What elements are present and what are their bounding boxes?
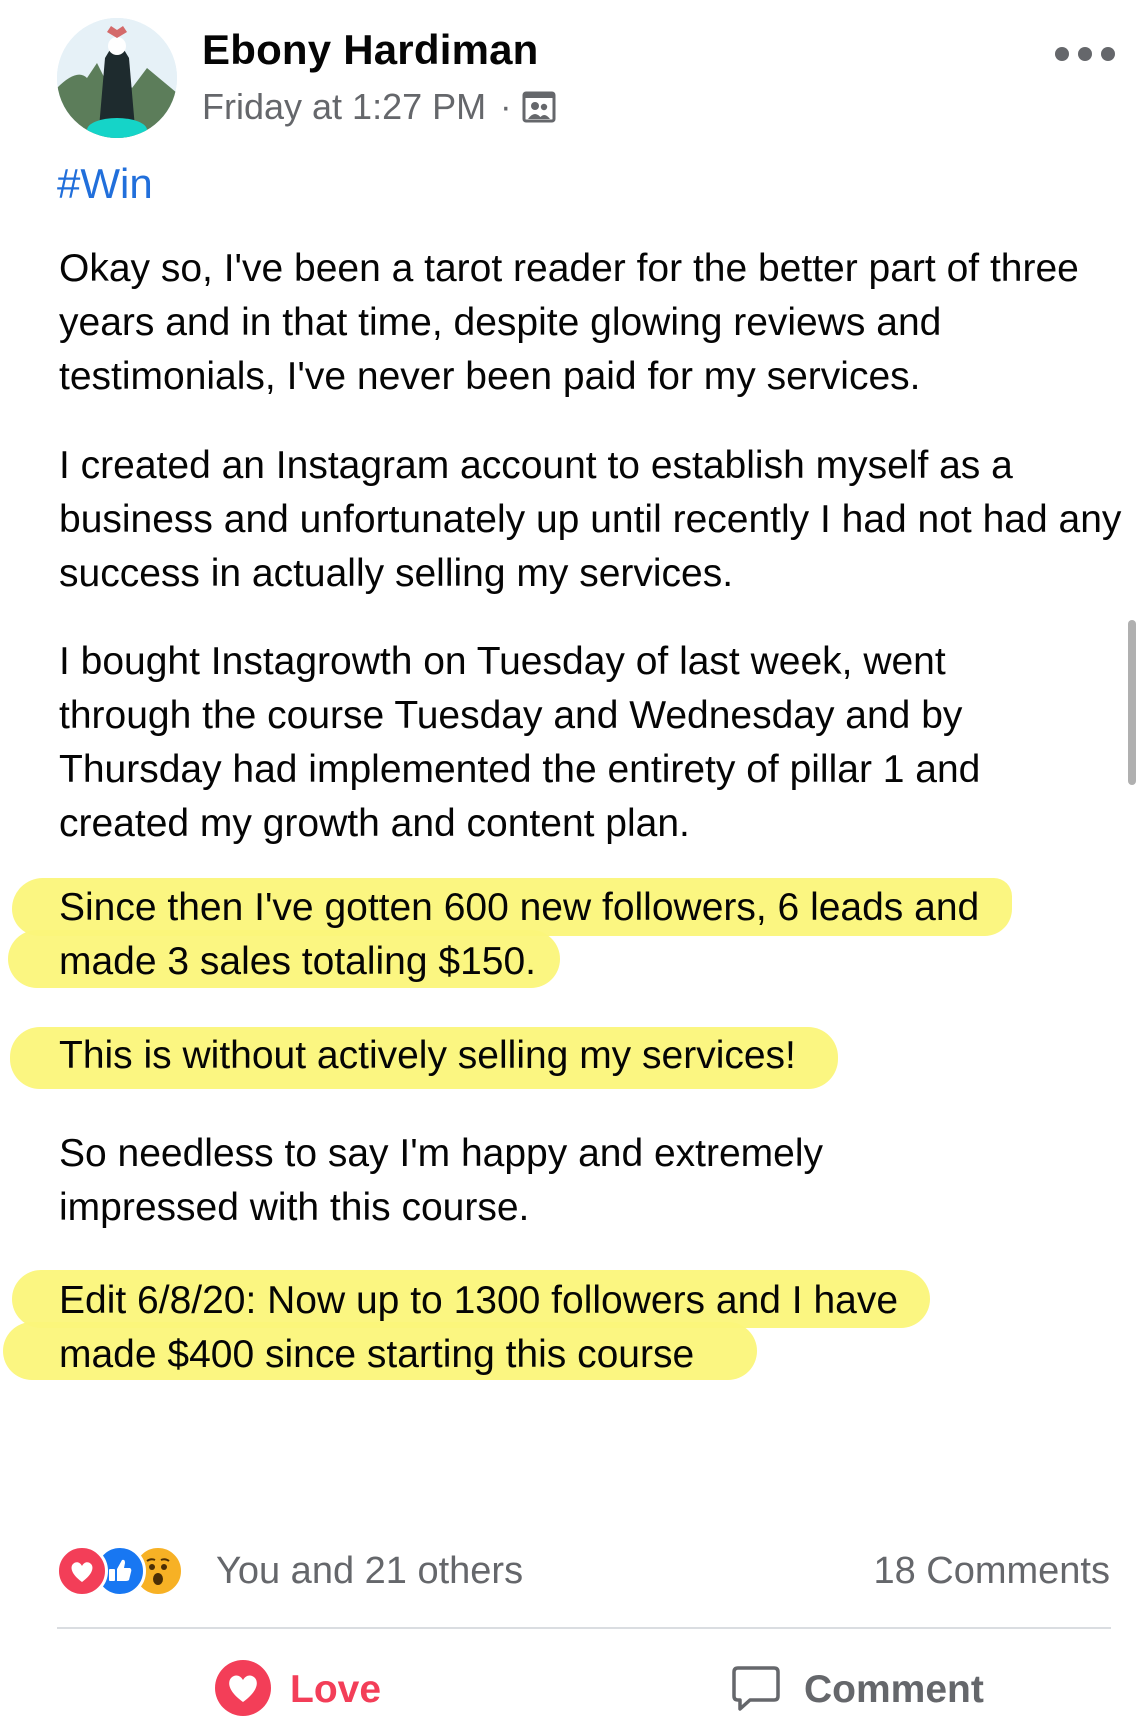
dot-icon: [1078, 47, 1092, 61]
meta-separator: ·: [500, 87, 512, 126]
comments-count[interactable]: 18 Comments: [873, 1545, 1110, 1597]
comment-bubble-icon: [730, 1662, 782, 1719]
facebook-post: Ebony Hardiman Friday at 1:27 PM · #Win …: [0, 0, 1147, 1723]
post-meta: Friday at 1:27 PM ·: [202, 85, 557, 129]
author-avatar[interactable]: [57, 18, 177, 138]
post-paragraph: Edit 6/8/20: Now up to 1300 followers an…: [59, 1279, 899, 1376]
dot-icon: [1101, 47, 1115, 61]
avatar-image: [57, 18, 177, 138]
group-members-icon[interactable]: [521, 89, 557, 125]
comment-button-label: Comment: [804, 1668, 984, 1711]
heart-icon: [214, 1659, 272, 1722]
author-name[interactable]: Ebony Hardiman: [202, 26, 539, 74]
comment-button[interactable]: Comment: [730, 1655, 984, 1725]
reaction-summary[interactable]: You and 21 others: [216, 1545, 523, 1597]
love-reaction-icon: [56, 1545, 108, 1597]
more-options-button[interactable]: [1055, 40, 1115, 68]
post-paragraph: Since then I've gotten 600 new followers…: [59, 886, 980, 983]
dot-icon: [1055, 47, 1069, 61]
hashtag-link[interactable]: #Win: [57, 160, 153, 208]
post-paragraph: This is without actively selling my serv…: [59, 1034, 796, 1077]
scrollbar[interactable]: [1128, 620, 1136, 785]
love-button[interactable]: Love: [214, 1655, 381, 1725]
post-paragraph: I bought Instagrowth on Tuesday of last …: [59, 640, 981, 845]
post-paragraph: I created an Instagram account to establ…: [59, 444, 1122, 595]
post-timestamp[interactable]: Friday at 1:27 PM: [202, 86, 486, 128]
post-paragraph: So needless to say I'm happy and extreme…: [59, 1132, 824, 1229]
divider: [57, 1627, 1111, 1629]
post-paragraph: Okay so, I've been a tarot reader for th…: [59, 247, 1079, 398]
love-button-label: Love: [290, 1668, 382, 1711]
reaction-icons[interactable]: [56, 1545, 184, 1597]
